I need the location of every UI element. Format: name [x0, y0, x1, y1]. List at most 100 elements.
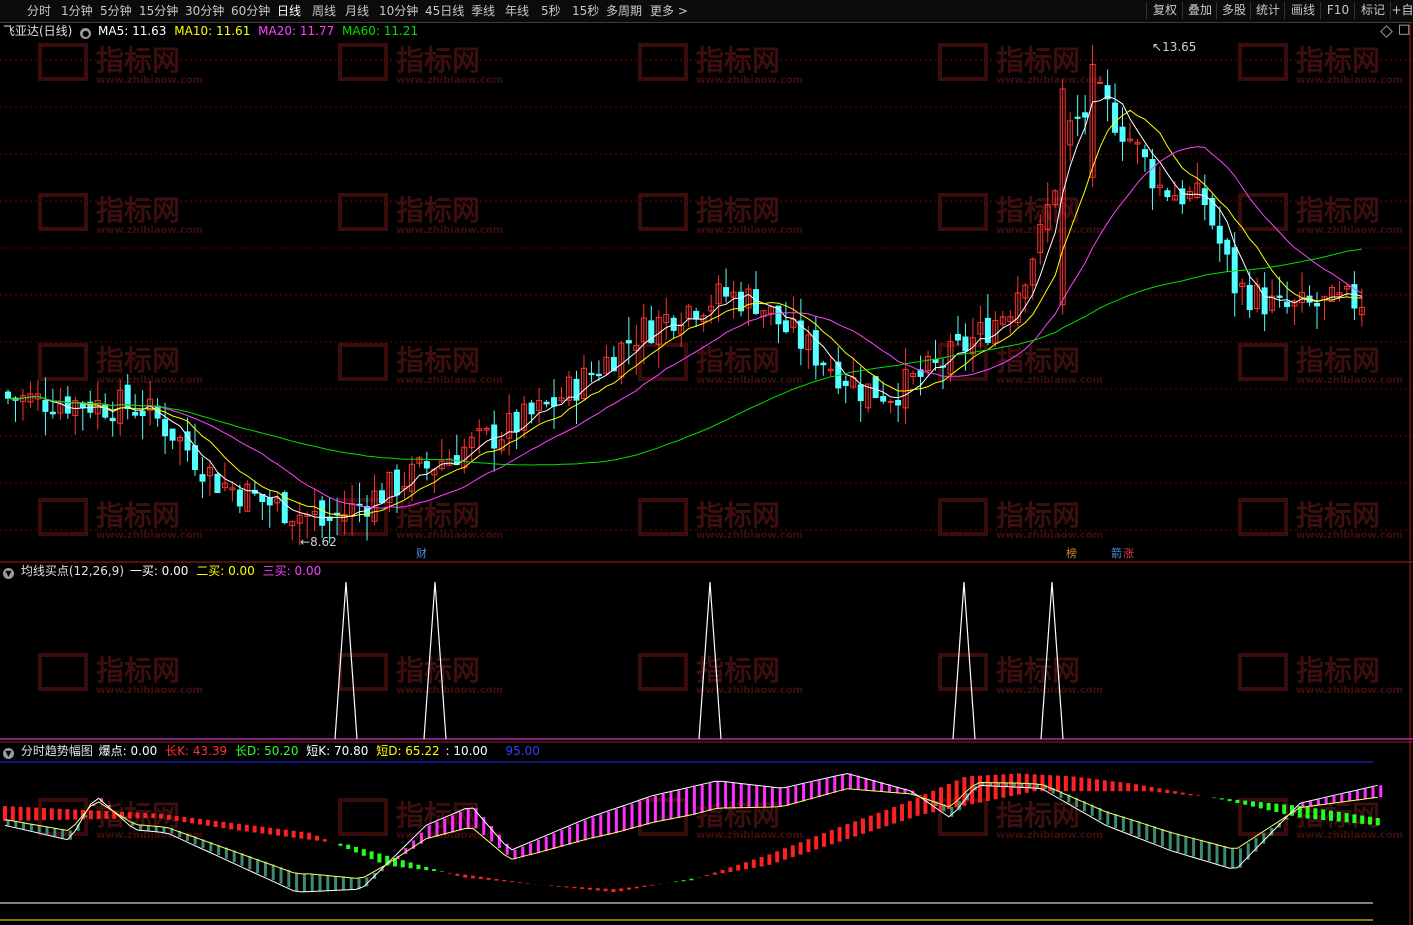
- candle-body: [1097, 81, 1104, 84]
- ma10-line: [7, 109, 1362, 517]
- panel2-collapse-icon[interactable]: ▼: [3, 568, 14, 579]
- watermark-logo: [1238, 193, 1288, 231]
- watermark-logo: [938, 193, 988, 231]
- watermark-logo: [38, 498, 88, 536]
- watermark-logo: [1238, 798, 1288, 836]
- watermark-text: 指标网: [96, 654, 180, 687]
- candle-body: [1149, 159, 1156, 189]
- watermark-text: 指标网: [996, 194, 1080, 227]
- watermark-url: www.zhibiaow.com: [396, 685, 503, 696]
- candle-body: [880, 396, 887, 402]
- candle-body: [42, 400, 49, 412]
- candle-body: [693, 310, 700, 320]
- watermark-url: www.zhibiaow.com: [96, 375, 203, 386]
- level-high-value: 95.00: [505, 744, 540, 758]
- watermark-url: www.zhibiaow.com: [1296, 685, 1403, 696]
- candle-body: [266, 497, 273, 506]
- ma20-value: MA20: 11.77: [258, 24, 335, 38]
- candle-body: [528, 402, 535, 415]
- candle-body: [491, 424, 498, 449]
- long-k-value: 长K: 43.39: [165, 744, 228, 758]
- panel3-collapse-icon[interactable]: ▼: [3, 748, 14, 759]
- watermark-text: 指标网: [996, 499, 1080, 532]
- candle-body: [236, 489, 243, 507]
- candle-body: [812, 330, 819, 366]
- watermark-text: 指标网: [696, 499, 780, 532]
- watermark-text: 指标网: [996, 654, 1080, 687]
- marker-arrow[interactable]: 箭: [1111, 547, 1122, 561]
- watermark-url: www.zhibiaow.com: [696, 685, 803, 696]
- watermark-url: www.zhibiaow.com: [96, 225, 203, 236]
- candle-body: [214, 473, 221, 494]
- watermark-logo: [1238, 43, 1288, 81]
- grid-icon[interactable]: □: [1398, 23, 1410, 37]
- kline-chart[interactable]: 指标网www.zhibiaow.com指标网www.zhibiaow.com指标…: [0, 0, 1413, 925]
- candle-body: [595, 373, 602, 377]
- candle-body: [132, 411, 139, 416]
- watermark-text: 指标网: [96, 44, 180, 77]
- watermark-text: 指标网: [1296, 44, 1380, 77]
- candle-body: [1119, 126, 1126, 142]
- marker-list[interactable]: 榜: [1066, 547, 1077, 561]
- candle-body: [393, 469, 400, 496]
- watermark-text: 指标网: [996, 799, 1080, 832]
- watermark-text: 指标网: [996, 44, 1080, 77]
- high-price-value: 13.65: [1162, 40, 1197, 54]
- watermark-url: www.zhibiaow.com: [396, 75, 503, 86]
- watermark-text: 指标网: [396, 344, 480, 377]
- watermark-text: 指标网: [696, 654, 780, 687]
- candle-body: [842, 380, 849, 387]
- candle-body: [199, 474, 206, 482]
- marker-rise[interactable]: 涨: [1123, 547, 1134, 561]
- burst-value: 爆点: 0.00: [98, 744, 158, 758]
- watermark-url: www.zhibiaow.com: [996, 685, 1103, 696]
- settings-circle-icon[interactable]: ●: [80, 28, 92, 39]
- panel2-title: 均线买点(12,26,9): [20, 564, 124, 578]
- candle-body: [887, 400, 894, 403]
- candle-body: [872, 376, 879, 399]
- watermark-url: www.zhibiaow.com: [996, 530, 1103, 541]
- buy1-value: 一买: 0.00: [129, 564, 189, 578]
- candle-body: [782, 320, 789, 333]
- candle-body: [1284, 301, 1291, 308]
- watermark-text: 指标网: [396, 654, 480, 687]
- ma5-line: [7, 95, 1363, 519]
- watermark-text: 指标网: [96, 344, 180, 377]
- panel3-legend: ▼ 分时趋势幅图 爆点: 0.00 长K: 43.39 长D: 50.20 短K…: [3, 744, 540, 759]
- watermark-logo: [38, 343, 88, 381]
- watermark-logo: [338, 798, 388, 836]
- watermark-text: 指标网: [1296, 654, 1380, 687]
- watermark-logo: [38, 43, 88, 81]
- watermark-text: 指标网: [696, 344, 780, 377]
- watermark-url: www.zhibiaow.com: [996, 75, 1103, 86]
- watermark-url: www.zhibiaow.com: [1296, 375, 1403, 386]
- candle-body: [513, 411, 520, 433]
- candle-body: [1246, 284, 1253, 311]
- candle-body: [962, 336, 969, 352]
- main-legend: 飞亚达(日线) ● MA5: 11.63 MA10: 11.61 MA20: 1…: [3, 24, 418, 39]
- marker-finance[interactable]: 财: [416, 547, 427, 561]
- short-d-value: 短D: 65.22: [376, 744, 440, 758]
- watermark-logo: [338, 653, 388, 691]
- watermark-text: 指标网: [396, 194, 480, 227]
- watermark-logo: [638, 193, 688, 231]
- candle-body: [723, 287, 730, 297]
- level-low-value: : 10.00: [445, 744, 488, 758]
- high-price-label: ↖13.65: [1152, 40, 1197, 54]
- watermark-logo: [338, 43, 388, 81]
- candle-body: [895, 399, 902, 406]
- candle-body: [423, 461, 430, 469]
- candle-body: [1276, 295, 1283, 298]
- candle-body: [379, 490, 385, 504]
- candle-body: [1141, 149, 1148, 158]
- watermark-url: www.zhibiaow.com: [996, 225, 1103, 236]
- candle-body: [1231, 247, 1238, 294]
- candle-body: [543, 401, 550, 405]
- watermark-url: www.zhibiaow.com: [1296, 75, 1403, 86]
- watermark-url: www.zhibiaow.com: [696, 375, 803, 386]
- panel2-legend: ▼ 均线买点(12,26,9) 一买: 0.00 二买: 0.00 三买: 0.…: [3, 564, 321, 579]
- watermark-logo: [38, 653, 88, 691]
- candle-body: [1216, 225, 1223, 244]
- watermark-logo: [938, 43, 988, 81]
- watermark-url: www.zhibiaow.com: [96, 685, 203, 696]
